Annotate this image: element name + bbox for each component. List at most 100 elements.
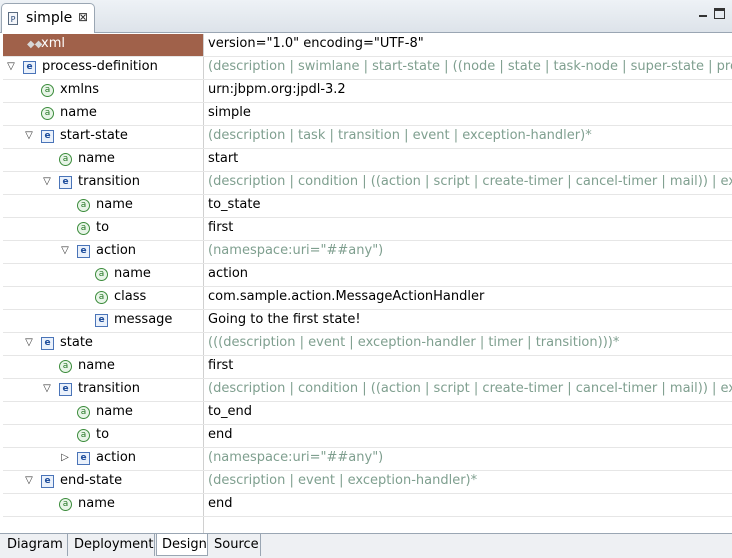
tree-row[interactable]: ▽ e process-definition (description | swiml…	[3, 57, 732, 80]
tree-row-name-cell[interactable]: a xmlns	[3, 80, 203, 102]
node-value[interactable]: version="1.0" encoding="UTF-8"	[208, 36, 732, 51]
collapsed-twisty-icon[interactable]: ▷	[59, 452, 71, 464]
tree-row-name-cell[interactable]: a class	[3, 287, 203, 309]
expanded-twisty-icon[interactable]: ▽	[41, 383, 53, 395]
editor-tab-bar: P simple ⊠	[0, 0, 732, 33]
content-model-hint: (namespace:uri="##any")	[208, 450, 384, 465]
tree-row-name-cell[interactable]: ▽ e state	[3, 333, 203, 355]
tree-row-name-cell[interactable]: a to	[3, 218, 203, 240]
expanded-twisty-icon[interactable]: ▽	[23, 475, 35, 487]
tree-row-name-cell[interactable]: ▽ e end-state	[3, 471, 203, 493]
tree-row-name-cell[interactable]: ▽ e start-state	[3, 126, 203, 148]
tree-node-label: name	[78, 151, 115, 166]
page-tab-deployment[interactable]: Deployment	[69, 534, 155, 556]
tree-row-name-cell[interactable]: ▽ e process-definition	[3, 57, 203, 79]
tree-row[interactable]: a name action	[3, 264, 732, 287]
attribute-icon: a	[59, 153, 72, 166]
tree-node-label: name	[96, 197, 133, 212]
element-icon: e	[59, 383, 72, 396]
node-value[interactable]: end	[208, 427, 732, 442]
tree-row[interactable]: e message Going to the first state!	[3, 310, 732, 333]
node-value[interactable]: to_state	[208, 197, 732, 212]
page-tab-source[interactable]: Source	[209, 534, 261, 556]
node-value[interactable]: first	[208, 358, 732, 373]
tree-row[interactable]: a class com.sample.action.MessageActionHan…	[3, 287, 732, 310]
attribute-icon: a	[77, 199, 90, 212]
tree-row-name-cell[interactable]: ▽ e transition	[3, 379, 203, 401]
node-value[interactable]: Going to the first state!	[208, 312, 732, 327]
tree-row[interactable]: ▽ e transition (description | condition | (…	[3, 172, 732, 195]
node-value[interactable]: urn:jbpm.org:jpdl-3.2	[208, 82, 732, 97]
node-value[interactable]: action	[208, 266, 732, 281]
tree-row[interactable]: ◆◆ xml version="1.0" encoding="UTF-8"	[3, 34, 732, 57]
content-model-hint: (description | event | exception-handler…	[208, 473, 478, 488]
tree-row-name-cell[interactable]: a name	[3, 103, 203, 125]
tree-row-name-cell[interactable]: a name	[3, 402, 203, 424]
content-model-hint: (description | condition | ((action | sc…	[208, 174, 732, 189]
node-value[interactable]: start	[208, 151, 732, 166]
close-icon[interactable]: ⊠	[78, 10, 88, 24]
expanded-twisty-icon[interactable]: ▽	[23, 337, 35, 349]
tree-node-label: name	[78, 358, 115, 373]
tree-row-name-cell[interactable]: ▽ e transition	[3, 172, 203, 194]
expanded-twisty-icon[interactable]: ▽	[41, 176, 53, 188]
editor-tab-title: simple	[26, 10, 73, 26]
tree-row[interactable]: a name to_end	[3, 402, 732, 425]
tree-row[interactable]: ▽ e start-state (description | task | trans…	[3, 126, 732, 149]
tree-row[interactable]: a name start	[3, 149, 732, 172]
maximize-button[interactable]	[714, 8, 725, 19]
tree-row-name-cell[interactable]: a name	[3, 494, 203, 516]
tree-row-name-cell[interactable]: a to	[3, 425, 203, 447]
tree-row-name-cell[interactable]: e message	[3, 310, 203, 332]
element-icon: e	[95, 314, 108, 327]
page-tab-design[interactable]: Design	[156, 534, 208, 556]
tree-node-label: class	[114, 289, 147, 304]
node-value[interactable]: to_end	[208, 404, 732, 419]
page-tab-diagram[interactable]: Diagram	[2, 534, 68, 556]
tree-row[interactable]: ▽ e end-state (description | event | except…	[3, 471, 732, 494]
attribute-icon: a	[95, 291, 108, 304]
tree-node-label: end-state	[60, 473, 123, 488]
tree-row-name-cell[interactable]: a name	[3, 264, 203, 286]
attribute-icon: a	[95, 268, 108, 281]
expanded-twisty-icon[interactable]: ▽	[23, 130, 35, 142]
content-model-hint: (((description | event | exception-handl…	[208, 335, 620, 350]
element-icon: e	[41, 475, 54, 488]
xml-tree-table: ◆◆ xml version="1.0" encoding="UTF-8" ▽ e pro…	[3, 34, 732, 533]
tree-row-name-cell[interactable]: ◆◆ xml	[3, 34, 203, 56]
tree-node-label: xmlns	[60, 82, 99, 97]
node-value[interactable]: end	[208, 496, 732, 511]
tree-node-label: xml	[41, 36, 65, 51]
tree-row[interactable]: a xmlns urn:jbpm.org:jpdl-3.2	[3, 80, 732, 103]
editor-page-tabs: Diagram Deployment Design Source	[0, 533, 732, 558]
tree-node-label: transition	[78, 174, 140, 189]
node-value[interactable]: com.sample.action.MessageActionHandler	[208, 289, 732, 304]
tree-row[interactable]: a to first	[3, 218, 732, 241]
tree-node-label: name	[96, 404, 133, 419]
tree-row[interactable]: ▽ e transition (description | condition | (…	[3, 379, 732, 402]
tree-row-name-cell[interactable]: a name	[3, 195, 203, 217]
tree-row[interactable]: ▷ e action (namespace:uri="##any")	[3, 448, 732, 471]
attribute-icon: a	[77, 222, 90, 235]
tree-row[interactable]: a to end	[3, 425, 732, 448]
minimize-button[interactable]	[698, 8, 709, 19]
tree-row[interactable]: a name end	[3, 494, 732, 517]
tree-row-name-cell[interactable]: a name	[3, 356, 203, 378]
tree-row-name-cell[interactable]: ▷ e action	[3, 448, 203, 470]
tree-row[interactable]: ▽ e action (namespace:uri="##any")	[3, 241, 732, 264]
element-icon: e	[59, 176, 72, 189]
tree-row-name-cell[interactable]: ▽ e action	[3, 241, 203, 263]
tree-row-name-cell[interactable]: a name	[3, 149, 203, 171]
tree-row[interactable]: a name first	[3, 356, 732, 379]
tree-row[interactable]: a name simple	[3, 103, 732, 126]
expanded-twisty-icon[interactable]: ▽	[59, 245, 71, 257]
expanded-twisty-icon[interactable]: ▽	[5, 61, 17, 73]
tree-node-label: action	[96, 450, 137, 465]
element-icon: e	[77, 245, 90, 258]
editor-tab-simple[interactable]: P simple ⊠	[1, 3, 95, 33]
node-value[interactable]: simple	[208, 105, 732, 120]
tree-row[interactable]: ▽ e state (((description | event | exceptio…	[3, 333, 732, 356]
tree-node-label: start-state	[60, 128, 128, 143]
node-value[interactable]: first	[208, 220, 732, 235]
tree-row[interactable]: a name to_state	[3, 195, 732, 218]
